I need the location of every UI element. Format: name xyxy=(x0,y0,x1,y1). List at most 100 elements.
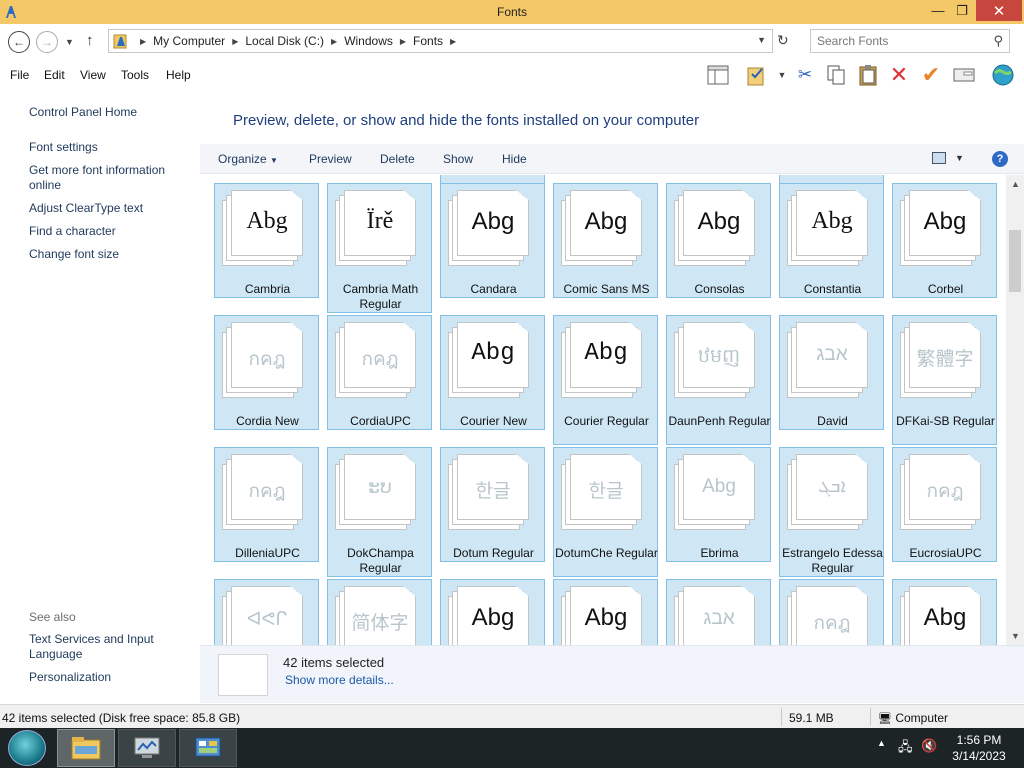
adjust-cleartype-link[interactable]: Adjust ClearType text xyxy=(29,201,194,216)
font-tile[interactable]: กคฎ EucrosiaUPC xyxy=(892,447,997,562)
left-task-pane: Control Panel Home Font settings Get mor… xyxy=(0,90,200,704)
chevron-right-icon[interactable]: ▶ xyxy=(450,37,456,46)
font-tile[interactable]: אבג xyxy=(666,579,771,645)
menu-file[interactable]: File xyxy=(10,68,29,82)
paste-button[interactable] xyxy=(855,63,881,87)
font-tile[interactable]: กคฎ Cordia New xyxy=(214,315,319,430)
scroll-down-icon[interactable]: ▼ xyxy=(1011,631,1020,641)
more-font-info-link[interactable]: Get more font information online xyxy=(29,163,194,193)
font-tile[interactable]: Abg Constantia xyxy=(779,183,884,298)
chevron-right-icon[interactable]: ▶ xyxy=(331,37,337,46)
chevron-down-icon[interactable]: ▼ xyxy=(757,35,766,45)
up-button[interactable]: ↑ xyxy=(86,32,94,49)
refresh-button[interactable]: ↻ xyxy=(777,32,789,49)
show-more-details-link[interactable]: Show more details... xyxy=(285,673,394,687)
hide-button[interactable]: Hide xyxy=(502,152,527,166)
scroll-up-icon[interactable]: ▲ xyxy=(1011,179,1020,189)
system-clock[interactable]: 1:56 PM 3/14/2023 xyxy=(944,732,1014,764)
chevron-right-icon[interactable]: ▶ xyxy=(400,37,406,46)
font-tile[interactable]: Abg xyxy=(892,579,997,645)
font-name: Dotum Regular xyxy=(453,546,534,560)
font-sample: Abg xyxy=(584,340,628,367)
folder-options-button[interactable] xyxy=(951,63,977,87)
breadcrumb-my-computer[interactable]: My Computer xyxy=(153,34,225,48)
menu-help[interactable]: Help xyxy=(166,68,191,82)
font-tile[interactable]: กคฎ DilleniaUPC xyxy=(214,447,319,562)
font-sample: Abg xyxy=(584,208,628,235)
search-icon[interactable]: ⚲ xyxy=(993,33,1003,49)
delete-button[interactable]: ✕ xyxy=(886,62,912,87)
show-button[interactable]: Show xyxy=(443,152,473,166)
font-tile[interactable]: Abg Consolas xyxy=(666,183,771,298)
find-character-link[interactable]: Find a character xyxy=(29,224,194,239)
font-tile[interactable]: กคฎ CordiaUPC xyxy=(327,315,432,430)
breadcrumb-fonts[interactable]: Fonts xyxy=(413,34,443,48)
font-tile[interactable]: 简体字 xyxy=(327,579,432,645)
font-tile[interactable]: Abg Comic Sans MS xyxy=(553,183,658,298)
copy-button[interactable] xyxy=(823,63,849,87)
font-name: CordiaUPC xyxy=(350,414,411,428)
network-icon[interactable]: 🖧 xyxy=(898,738,913,760)
network-button[interactable] xyxy=(990,63,1016,87)
chevron-right-icon[interactable]: ▶ xyxy=(232,37,238,46)
minimize-button[interactable]: — xyxy=(924,0,952,21)
font-tile[interactable]: Abg Corbel xyxy=(892,183,997,298)
font-tile[interactable]: Abg Courier Regular xyxy=(553,315,658,445)
menu-edit[interactable]: Edit xyxy=(44,68,65,82)
text-services-link[interactable]: Text Services and Input Language xyxy=(29,632,194,662)
font-tile[interactable]: Abg xyxy=(553,579,658,645)
search-input[interactable]: Search Fonts ⚲ xyxy=(810,29,1010,53)
back-button[interactable]: ← xyxy=(8,31,30,53)
preview-pane-button[interactable] xyxy=(705,63,731,87)
close-button[interactable]: ✕ xyxy=(976,0,1022,21)
preview-button[interactable]: Preview xyxy=(309,152,352,166)
font-tile[interactable]: Abg Courier New xyxy=(440,315,545,430)
change-view-icon[interactable] xyxy=(932,152,946,164)
font-tile[interactable]: Ïrě Cambria Math Regular xyxy=(327,183,432,313)
cut-button[interactable]: ✂ xyxy=(792,63,818,87)
chevron-down-icon[interactable]: ▼ xyxy=(955,153,964,163)
scroll-thumb[interactable] xyxy=(1009,230,1021,292)
address-bar[interactable]: ▶ My Computer ▶ Local Disk (C:) ▶ Window… xyxy=(108,29,773,53)
font-tile[interactable]: ະບ DokChampa Regular xyxy=(327,447,432,577)
menu-tools[interactable]: Tools xyxy=(121,68,149,82)
status-bar: 42 items selected (Disk free space: 85.8… xyxy=(0,704,1024,728)
font-settings-link[interactable]: Font settings xyxy=(29,140,194,155)
font-tile[interactable]: Abg Ebrima xyxy=(666,447,771,562)
volume-muted-icon[interactable]: 🔇 xyxy=(921,738,937,754)
menu-view[interactable]: View xyxy=(80,68,106,82)
breadcrumb-local-disk[interactable]: Local Disk (C:) xyxy=(245,34,324,48)
help-icon[interactable]: ? xyxy=(992,151,1008,167)
maximize-button[interactable]: ❐ xyxy=(950,0,974,21)
font-tile[interactable]: Abg Cambria xyxy=(214,183,319,298)
properties-button[interactable] xyxy=(744,63,770,87)
vertical-scrollbar[interactable]: ▲ ▼ xyxy=(1006,175,1024,645)
select-button[interactable]: ✔ xyxy=(918,62,944,87)
font-tile[interactable]: Abg Candara xyxy=(440,183,545,298)
organize-button[interactable]: Organize ▼ xyxy=(218,152,278,166)
taskbar-control-panel[interactable] xyxy=(179,729,237,767)
breadcrumb-windows[interactable]: Windows xyxy=(344,34,393,48)
font-tile[interactable]: ឋមញ DaunPenh Regular xyxy=(666,315,771,445)
personalization-link[interactable]: Personalization xyxy=(29,670,194,685)
start-button[interactable] xyxy=(8,730,46,766)
taskbar-explorer[interactable] xyxy=(57,729,115,767)
show-hidden-icons[interactable]: ▲ xyxy=(877,738,886,748)
font-tile[interactable]: 한글 DotumChe Regular xyxy=(553,447,658,577)
font-tile[interactable]: Abg xyxy=(440,579,545,645)
change-font-size-link[interactable]: Change font size xyxy=(29,247,194,262)
forward-button[interactable]: → xyxy=(36,31,58,53)
font-preview-icon: אבג xyxy=(674,586,762,645)
delete-command[interactable]: Delete xyxy=(380,152,415,166)
font-tile[interactable]: אבג David xyxy=(779,315,884,430)
font-tile[interactable]: ᐊᕙᒋ xyxy=(214,579,319,645)
font-tile[interactable]: 繁體字 DFKai-SB Regular xyxy=(892,315,997,445)
font-sample: ᐊᕙᒋ xyxy=(246,609,288,630)
font-tile[interactable]: กคฎ xyxy=(779,579,884,645)
font-tile[interactable]: ܐܒܓ Estrangelo Edessa Regular xyxy=(779,447,884,577)
control-panel-home-link[interactable]: Control Panel Home xyxy=(29,105,194,120)
taskbar-monitor[interactable] xyxy=(118,729,176,767)
properties-icon xyxy=(747,67,764,86)
font-tile[interactable]: 한글 Dotum Regular xyxy=(440,447,545,562)
recent-locations-dropdown[interactable]: ▼ xyxy=(65,37,74,47)
